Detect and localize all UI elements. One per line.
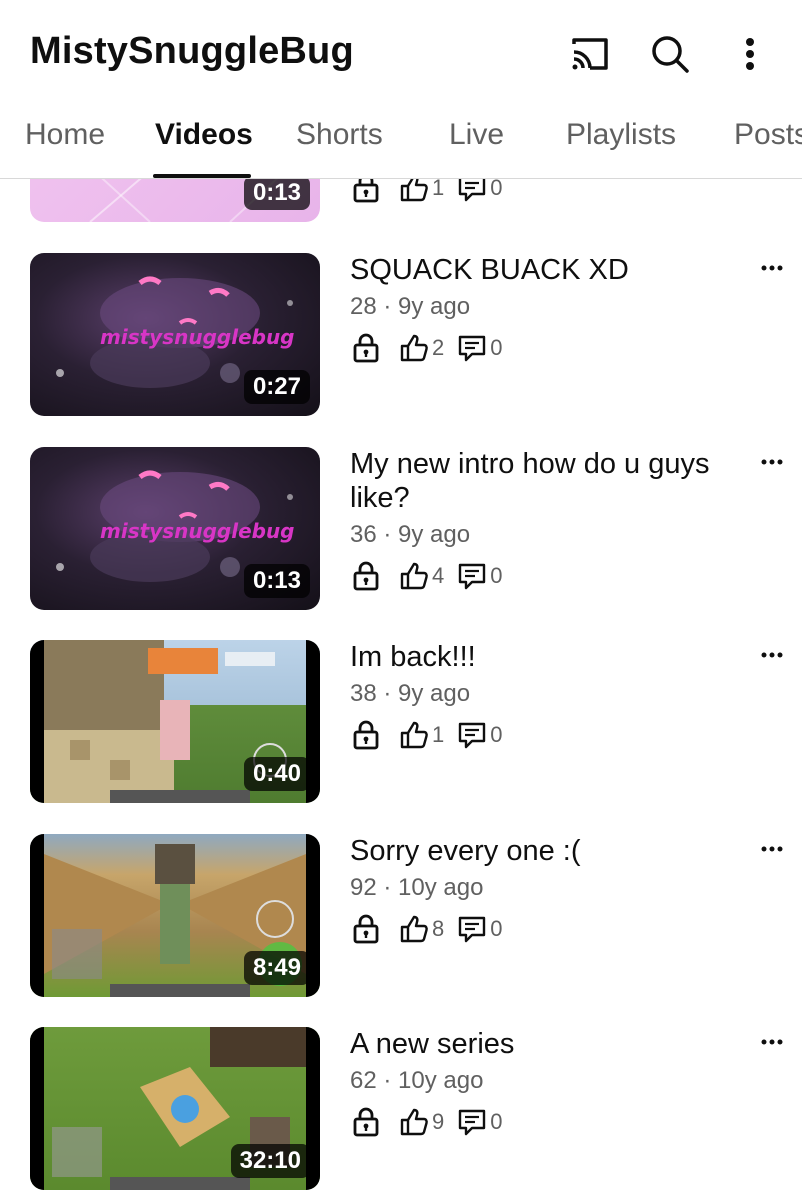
video-meta: 38 · 9y ago: [350, 680, 471, 707]
tab-videos[interactable]: Videos: [155, 118, 253, 152]
lock-icon: [350, 560, 382, 592]
like-icon: [398, 1106, 430, 1138]
video-thumbnail[interactable]: 0:13: [30, 179, 320, 222]
video-row-partial[interactable]: 0:13 1 0: [0, 179, 802, 229]
video-stats: 9 0: [350, 1105, 515, 1139]
video-stats: 2 0: [350, 331, 515, 365]
channel-name: MistySnuggleBug: [30, 30, 354, 72]
comment-count: 0: [490, 335, 503, 360]
comment-count: 0: [490, 563, 503, 588]
video-meta: 62 · 10y ago: [350, 1067, 484, 1094]
video-title[interactable]: My new intro how do u guys like?: [350, 447, 740, 515]
search-icon[interactable]: [646, 30, 694, 78]
like-count: 9: [432, 1109, 445, 1134]
cast-icon[interactable]: [566, 30, 614, 78]
like-icon: [398, 913, 430, 945]
video-duration: 0:40: [243, 757, 310, 791]
video-duration: 8:49: [243, 951, 310, 985]
like-icon: [398, 560, 430, 592]
comment-icon: [456, 719, 488, 751]
video-meta: 92 · 10y ago: [350, 874, 484, 901]
tab-shorts[interactable]: Shorts: [296, 118, 383, 152]
video-stats: 1 0: [350, 718, 515, 752]
video-list: 0:13 1 0 mistysnugglebug 0:27 SQUACK BUA…: [0, 179, 802, 1200]
video-title[interactable]: A new series: [350, 1027, 740, 1061]
video-row[interactable]: 32:10 A new series 62 · 10y ago 9 0: [0, 1027, 802, 1197]
video-meta: 28 · 9y ago: [350, 293, 471, 320]
lock-icon: [350, 332, 382, 364]
like-icon: [398, 332, 430, 364]
lock-icon: [350, 719, 382, 751]
like-count: 8: [432, 916, 445, 941]
video-stats: 8 0: [350, 912, 515, 946]
video-title[interactable]: Im back!!!: [350, 640, 740, 674]
comment-count: 0: [490, 916, 503, 941]
comment-count: 0: [490, 1109, 503, 1134]
video-thumbnail[interactable]: 0:40: [30, 640, 320, 803]
more-vert-icon[interactable]: [726, 30, 774, 78]
tab-home[interactable]: Home: [25, 118, 105, 152]
lock-icon: [350, 913, 382, 945]
comment-count: 0: [490, 722, 503, 747]
video-row[interactable]: 8:49 Sorry every one :( 92 · 10y ago 8 0: [0, 834, 802, 1004]
like-icon: [398, 179, 430, 204]
video-stats: 4 0: [350, 559, 515, 593]
like-count: 2: [432, 335, 445, 360]
more-options-icon[interactable]: [756, 640, 788, 670]
more-options-icon[interactable]: [756, 1027, 788, 1057]
video-thumbnail[interactable]: mistysnugglebug 0:27: [30, 253, 320, 416]
video-thumbnail[interactable]: 8:49: [30, 834, 320, 997]
thumbnail-text: mistysnugglebug: [100, 325, 295, 349]
video-duration: 0:13: [243, 564, 310, 598]
comment-count: 0: [490, 179, 503, 200]
comment-icon: [456, 1106, 488, 1138]
video-stats: 1 0: [350, 179, 515, 205]
video-duration: 32:10: [230, 1144, 310, 1178]
like-count: 1: [432, 722, 445, 747]
active-tab-indicator: [153, 174, 251, 178]
comment-icon: [456, 913, 488, 945]
comment-icon: [456, 560, 488, 592]
like-count: 4: [432, 563, 445, 588]
thumbnail-text: mistysnugglebug: [100, 519, 295, 543]
lock-icon: [350, 1106, 382, 1138]
video-meta: 36 · 9y ago: [350, 521, 471, 548]
like-icon: [398, 719, 430, 751]
comment-icon: [456, 332, 488, 364]
lock-icon: [350, 179, 382, 204]
video-title[interactable]: SQUACK BUACK XD: [350, 253, 740, 287]
more-options-icon[interactable]: [756, 834, 788, 864]
more-options-icon[interactable]: [756, 253, 788, 283]
tab-posts[interactable]: Posts: [734, 118, 802, 152]
video-row[interactable]: mistysnugglebug 0:27 SQUACK BUACK XD 28 …: [0, 253, 802, 423]
channel-tabs: Home Videos Shorts Live Playlists Posts: [0, 104, 802, 179]
tab-playlists[interactable]: Playlists: [566, 118, 676, 152]
top-bar: MistySnuggleBug: [0, 0, 802, 104]
video-duration: 0:27: [243, 370, 310, 404]
video-thumbnail[interactable]: 32:10: [30, 1027, 320, 1190]
tab-live[interactable]: Live: [449, 118, 504, 152]
video-title[interactable]: Sorry every one :(: [350, 834, 740, 868]
comment-icon: [456, 179, 488, 204]
video-duration: 0:13: [243, 179, 310, 210]
more-options-icon[interactable]: [756, 447, 788, 477]
video-row[interactable]: 0:40 Im back!!! 38 · 9y ago 1 0: [0, 640, 802, 810]
video-row[interactable]: mistysnugglebug 0:13 My new intro how do…: [0, 447, 802, 617]
like-count: 1: [432, 179, 445, 200]
video-thumbnail[interactable]: mistysnugglebug 0:13: [30, 447, 320, 610]
